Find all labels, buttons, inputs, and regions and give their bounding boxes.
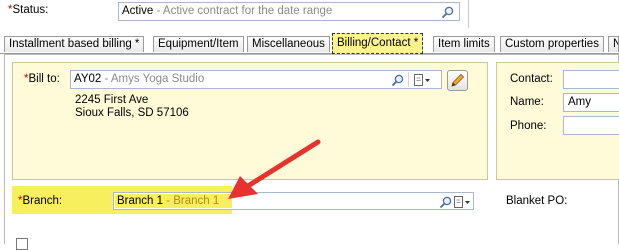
tab-item-limits[interactable]: Item limits (433, 36, 495, 52)
document-dropdown-icon[interactable] (413, 73, 431, 87)
tab-equipment-item[interactable]: Equipment/Item (153, 36, 244, 52)
name-label: Name: (510, 96, 544, 108)
field-separator (408, 72, 409, 87)
status-value: Active (122, 5, 154, 17)
bill-to-address-line2: Sioux Falls, SD 57106 (75, 107, 189, 119)
tab-installment-billing[interactable]: Installment based billing * (4, 36, 145, 52)
bill-to-value-description: - Amys Yoga Studio (101, 73, 205, 85)
tab-custom-properties[interactable]: Custom properties (500, 36, 604, 52)
right-panel-edge (468, 0, 619, 28)
bill-to-field[interactable]: AY02 - Amys Yoga Studio (70, 70, 442, 89)
phone-field[interactable] (563, 116, 619, 135)
document-dropdown-icon[interactable] (453, 195, 471, 209)
branch-field[interactable]: Branch 1 - Branch 1 (113, 192, 474, 210)
edit-pencil-button[interactable] (447, 70, 468, 91)
bill-to-label: *Bill to: (24, 73, 60, 85)
bottom-checkbox[interactable] (16, 238, 28, 250)
tab-miscellaneous[interactable]: Miscellaneous (247, 36, 330, 52)
branch-label: *Branch: (18, 195, 63, 207)
name-value: Amy (568, 96, 591, 108)
status-field[interactable]: Active - Active contract for the date ra… (118, 2, 460, 21)
search-icon[interactable] (391, 73, 405, 87)
search-icon[interactable] (439, 195, 453, 209)
blanket-po-label: Blanket PO: (506, 195, 568, 207)
branch-value: Branch 1 (117, 195, 164, 207)
contact-label: Contact: (510, 73, 553, 85)
phone-label: Phone: (510, 120, 547, 132)
contact-field[interactable] (563, 70, 619, 89)
pencil-icon (451, 73, 465, 87)
bill-to-value: AY02 (74, 73, 102, 85)
status-label: *Status: (8, 4, 49, 16)
status-value-description: - Active contract for the date range (153, 5, 333, 17)
branch-value-description: - Branch 1 (163, 195, 220, 207)
tab-billing-contact[interactable]: Billing/Contact * (332, 33, 424, 54)
bill-to-address-line1: 2245 First Ave (75, 94, 149, 106)
tab-overflow[interactable]: N (608, 36, 619, 52)
search-icon[interactable] (441, 5, 455, 19)
name-field[interactable]: Amy (563, 93, 619, 112)
